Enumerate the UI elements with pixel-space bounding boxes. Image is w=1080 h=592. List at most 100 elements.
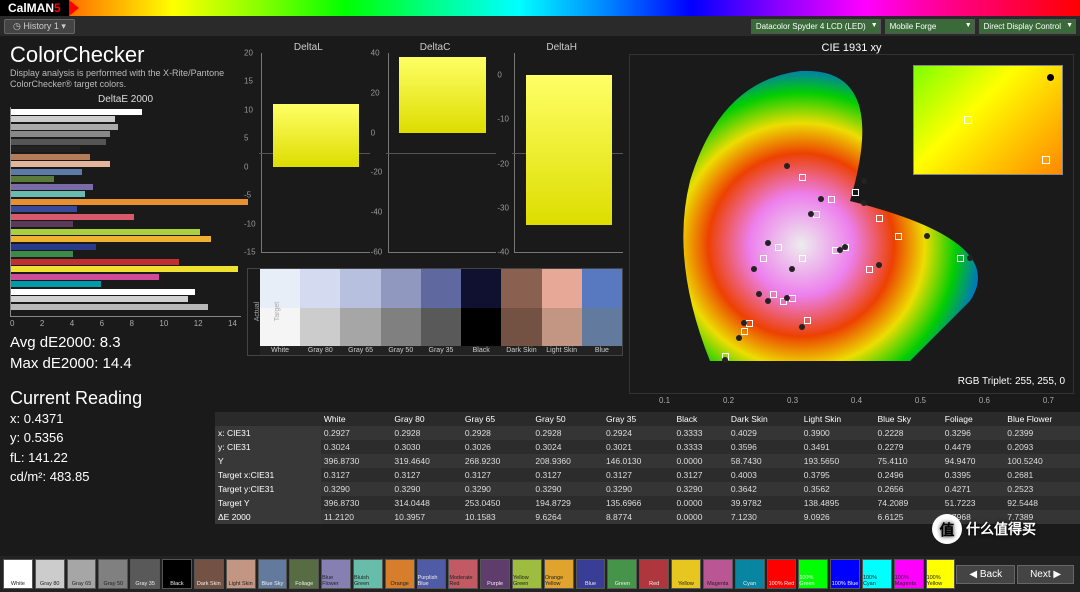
swatch[interactable]: Light Skin bbox=[542, 269, 582, 355]
palette-swatch[interactable]: 100% Green bbox=[798, 559, 828, 589]
palette-swatch[interactable]: Black bbox=[162, 559, 192, 589]
palette-swatch[interactable]: Red bbox=[639, 559, 669, 589]
de-bar bbox=[11, 116, 115, 122]
palette-swatch[interactable]: Orange bbox=[385, 559, 415, 589]
swatch[interactable]: Dark Skin bbox=[501, 269, 541, 355]
cie-actual bbox=[924, 233, 930, 239]
meter-dropdown[interactable]: Datacolor Spyder 4 LCD (LED) bbox=[751, 19, 881, 34]
mini-plot: 40200-20-40-60 bbox=[388, 53, 497, 253]
de-bar bbox=[11, 214, 134, 220]
de2000-chart bbox=[10, 107, 241, 317]
palette-swatch[interactable]: Gray 35 bbox=[130, 559, 160, 589]
palette-swatch[interactable]: Magenta bbox=[703, 559, 733, 589]
title-bar: CalMAN5 bbox=[0, 0, 1080, 16]
palette-swatch[interactable]: Yellow bbox=[671, 559, 701, 589]
swatch[interactable]: Gray 80 bbox=[300, 269, 340, 355]
palette-swatch[interactable]: 100% Yellow bbox=[926, 559, 956, 589]
cie-target bbox=[876, 215, 883, 222]
de-bar bbox=[11, 169, 82, 175]
palette-swatch[interactable]: Gray 65 bbox=[67, 559, 97, 589]
palette-swatch[interactable]: Orange Yellow bbox=[544, 559, 574, 589]
back-button[interactable]: ◀ Back bbox=[956, 565, 1015, 584]
de-bar bbox=[11, 221, 73, 227]
swatch[interactable]: Blue bbox=[582, 269, 622, 355]
cie-target bbox=[804, 317, 811, 324]
display-dropdown[interactable]: Direct Display Control bbox=[979, 19, 1076, 34]
toolbar: ◷ History 1 ▾ Datacolor Spyder 4 LCD (LE… bbox=[0, 16, 1080, 36]
de-bar bbox=[11, 199, 248, 205]
cie-chart: RGB Triplet: 255, 255, 0 bbox=[629, 54, 1074, 394]
palette-swatch[interactable]: Light Skin bbox=[226, 559, 256, 589]
table-row: Target Y396.8730314.0448253.0450194.8729… bbox=[215, 496, 1080, 510]
de-bar bbox=[11, 131, 110, 137]
palette-swatch[interactable]: Purplish Blue bbox=[417, 559, 447, 589]
de-bar bbox=[11, 146, 80, 152]
palette-swatch[interactable]: Purple bbox=[480, 559, 510, 589]
cie-actual bbox=[756, 291, 762, 297]
palette-swatch[interactable]: 100% Magenta bbox=[894, 559, 924, 589]
palette-swatch[interactable]: Foliage bbox=[289, 559, 319, 589]
de2000-label: DeltaE 2000 bbox=[10, 94, 241, 105]
cie-target bbox=[957, 255, 964, 262]
logo-arrow bbox=[69, 0, 79, 16]
palette-swatch[interactable]: 100% Red bbox=[767, 559, 797, 589]
palette-swatch[interactable]: Gray 80 bbox=[35, 559, 65, 589]
next-button[interactable]: Next ▶ bbox=[1017, 565, 1074, 584]
delta-charts: DeltaL20151050-5-10-15DeltaC40200-20-40-… bbox=[247, 42, 623, 262]
cie-target bbox=[746, 320, 753, 327]
palette-swatch[interactable]: Dark Skin bbox=[194, 559, 224, 589]
data-table-wrap: WhiteGray 80Gray 65Gray 50Gray 35BlackDa… bbox=[215, 412, 1080, 524]
palette-swatch[interactable]: Gray 50 bbox=[98, 559, 128, 589]
cie-actual bbox=[967, 255, 973, 261]
swatch[interactable]: Black bbox=[461, 269, 501, 355]
palette-swatch[interactable]: Green bbox=[607, 559, 637, 589]
cie-target bbox=[799, 174, 806, 181]
de-bar bbox=[11, 251, 73, 257]
de-bar bbox=[11, 139, 106, 145]
cie-inset bbox=[913, 65, 1063, 175]
de-bar bbox=[11, 244, 96, 250]
page-title: ColorChecker bbox=[10, 42, 241, 68]
palette-swatch[interactable]: 100% Blue bbox=[830, 559, 860, 589]
de-bar bbox=[11, 184, 93, 190]
de-bar bbox=[11, 124, 118, 130]
palette-swatch[interactable]: Blue Flower bbox=[321, 559, 351, 589]
mini-plot: 0-10-20-30-40 bbox=[514, 53, 623, 253]
mini-plot: 20151050-5-10-15 bbox=[261, 53, 370, 253]
cie-actual bbox=[799, 324, 805, 330]
palette-swatch[interactable]: Blue Sky bbox=[258, 559, 288, 589]
palette-swatch[interactable]: White bbox=[3, 559, 33, 589]
history-button[interactable]: ◷ History 1 ▾ bbox=[4, 19, 75, 34]
rgb-triplet: RGB Triplet: 255, 255, 0 bbox=[958, 376, 1065, 387]
de-bar bbox=[11, 296, 188, 302]
reading-fl: fL: 141.22 bbox=[10, 448, 241, 468]
swatch[interactable]: Gray 50 bbox=[381, 269, 421, 355]
palette-swatch[interactable]: Moderate Red bbox=[448, 559, 478, 589]
current-reading-header: Current Reading bbox=[10, 388, 241, 409]
de-bar bbox=[11, 274, 159, 280]
mini-title: DeltaH bbox=[500, 42, 623, 53]
table-row: Target x:CIE310.31270.31270.31270.31270.… bbox=[215, 468, 1080, 482]
palette-swatch[interactable]: Yellow Green bbox=[512, 559, 542, 589]
table-row: Target y:CIE310.32900.32900.32900.32900.… bbox=[215, 482, 1080, 496]
palette-swatch[interactable]: 100% Cyan bbox=[862, 559, 892, 589]
cie-actual bbox=[722, 357, 728, 363]
swatch[interactable]: Gray 65 bbox=[340, 269, 380, 355]
source-dropdown[interactable]: Mobile Forge bbox=[885, 19, 975, 34]
cie-target bbox=[741, 328, 748, 335]
de-bar bbox=[11, 281, 101, 287]
app-logo: CalMAN5 bbox=[0, 0, 69, 16]
cie-actual bbox=[751, 266, 757, 272]
data-table: WhiteGray 80Gray 65Gray 50Gray 35BlackDa… bbox=[215, 412, 1080, 524]
de-bar bbox=[11, 176, 54, 182]
de-bar bbox=[11, 266, 238, 272]
palette-swatch[interactable]: Blue bbox=[576, 559, 606, 589]
palette-swatch[interactable]: Bluish Green bbox=[353, 559, 383, 589]
palette-swatch[interactable]: Cyan bbox=[735, 559, 765, 589]
de-bar bbox=[11, 191, 85, 197]
cie-target bbox=[760, 255, 767, 262]
watermark: 值什么值得买 bbox=[932, 514, 1036, 544]
cie-target bbox=[895, 233, 902, 240]
swatch[interactable]: Gray 35 bbox=[421, 269, 461, 355]
de-bar bbox=[11, 161, 110, 167]
